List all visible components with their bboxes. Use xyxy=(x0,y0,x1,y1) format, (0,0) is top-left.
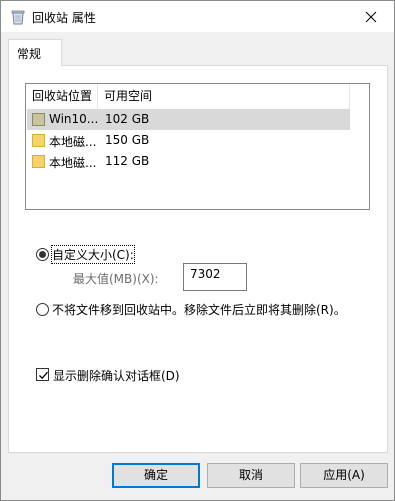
max-size-label: 最大值(MB)(X): xyxy=(73,272,159,286)
location-name: 本地磁... xyxy=(49,156,97,170)
list-header: 回收站位置 可用空间 xyxy=(26,84,369,109)
column-header-free-space[interactable]: 可用空间 xyxy=(98,84,350,109)
column-header-location[interactable]: 回收站位置 xyxy=(26,84,98,109)
confirm-delete-label[interactable]: 显示删除确认对话框(D) xyxy=(53,367,180,384)
close-icon xyxy=(365,11,377,22)
free-space: 112 GB xyxy=(105,154,150,168)
free-space: 150 GB xyxy=(105,133,150,147)
free-space: 102 GB xyxy=(105,112,150,126)
recycle-bin-properties-dialog: 回收站 属性 常规 回收站位置 可用空间 Win10... 102 GB 本地磁… xyxy=(0,0,395,501)
max-size-input[interactable]: 7302 xyxy=(183,263,247,291)
title-bar[interactable]: 回收站 属性 xyxy=(1,1,394,32)
recycle-bin-icon xyxy=(10,9,26,25)
cancel-button[interactable]: 取消 xyxy=(207,463,295,488)
tab-general[interactable]: 常规 xyxy=(8,39,62,66)
ok-button[interactable]: 确定 xyxy=(112,463,200,488)
location-name: 本地磁... xyxy=(49,135,97,149)
list-item[interactable]: 本地磁... 150 GB xyxy=(27,130,350,151)
checkmark-icon xyxy=(39,371,48,380)
custom-size-label[interactable]: 自定义大小(C): xyxy=(51,245,135,264)
recycle-bin-location-list[interactable]: 回收站位置 可用空间 Win10... 102 GB 本地磁... 150 GB xyxy=(25,83,370,210)
location-name: Win10... xyxy=(49,112,99,126)
system-drive-icon xyxy=(32,113,45,126)
custom-size-radio[interactable] xyxy=(36,248,49,261)
no-move-label[interactable]: 不将文件移到回收站中。移除文件后立即将其删除(R)。 xyxy=(52,301,346,318)
close-button[interactable] xyxy=(348,1,394,32)
confirm-delete-checkbox[interactable] xyxy=(36,368,49,381)
apply-button[interactable]: 应用(A) xyxy=(300,463,388,488)
no-move-radio[interactable] xyxy=(36,303,49,316)
drive-folder-icon xyxy=(32,134,45,147)
drive-folder-icon xyxy=(32,155,45,168)
list-item[interactable]: 本地磁... 112 GB xyxy=(27,151,350,172)
list-item[interactable]: Win10... 102 GB xyxy=(27,109,350,130)
window-title: 回收站 属性 xyxy=(32,11,96,25)
